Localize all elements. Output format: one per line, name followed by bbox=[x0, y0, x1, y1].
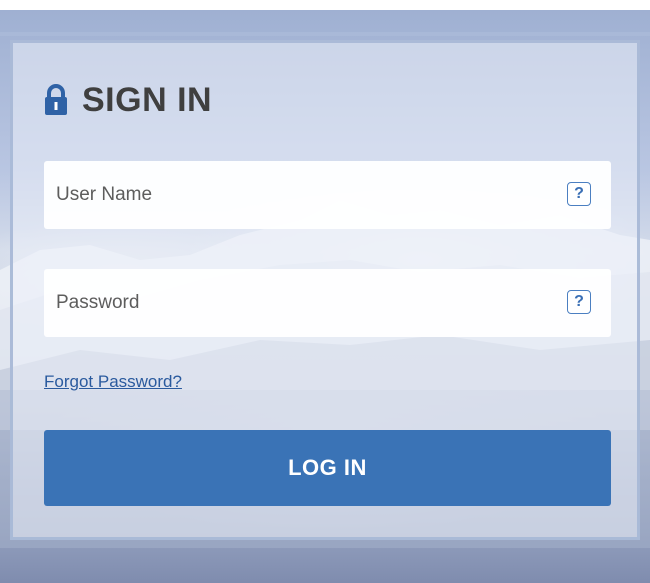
lock-icon bbox=[45, 84, 67, 115]
forgot-password-link[interactable]: Forgot Password? bbox=[44, 372, 182, 392]
password-field: ? bbox=[44, 269, 611, 337]
username-field: ? bbox=[44, 161, 611, 229]
password-input[interactable] bbox=[44, 269, 611, 337]
username-input[interactable] bbox=[44, 161, 611, 229]
login-button[interactable]: LOG IN bbox=[44, 430, 611, 506]
password-help-icon[interactable]: ? bbox=[567, 290, 591, 314]
username-help-icon[interactable]: ? bbox=[567, 182, 591, 206]
top-divider bbox=[0, 32, 650, 36]
bottom-background-band bbox=[0, 548, 650, 583]
sign-in-header: SIGN IN bbox=[44, 78, 212, 122]
page-title: SIGN IN bbox=[82, 80, 213, 119]
